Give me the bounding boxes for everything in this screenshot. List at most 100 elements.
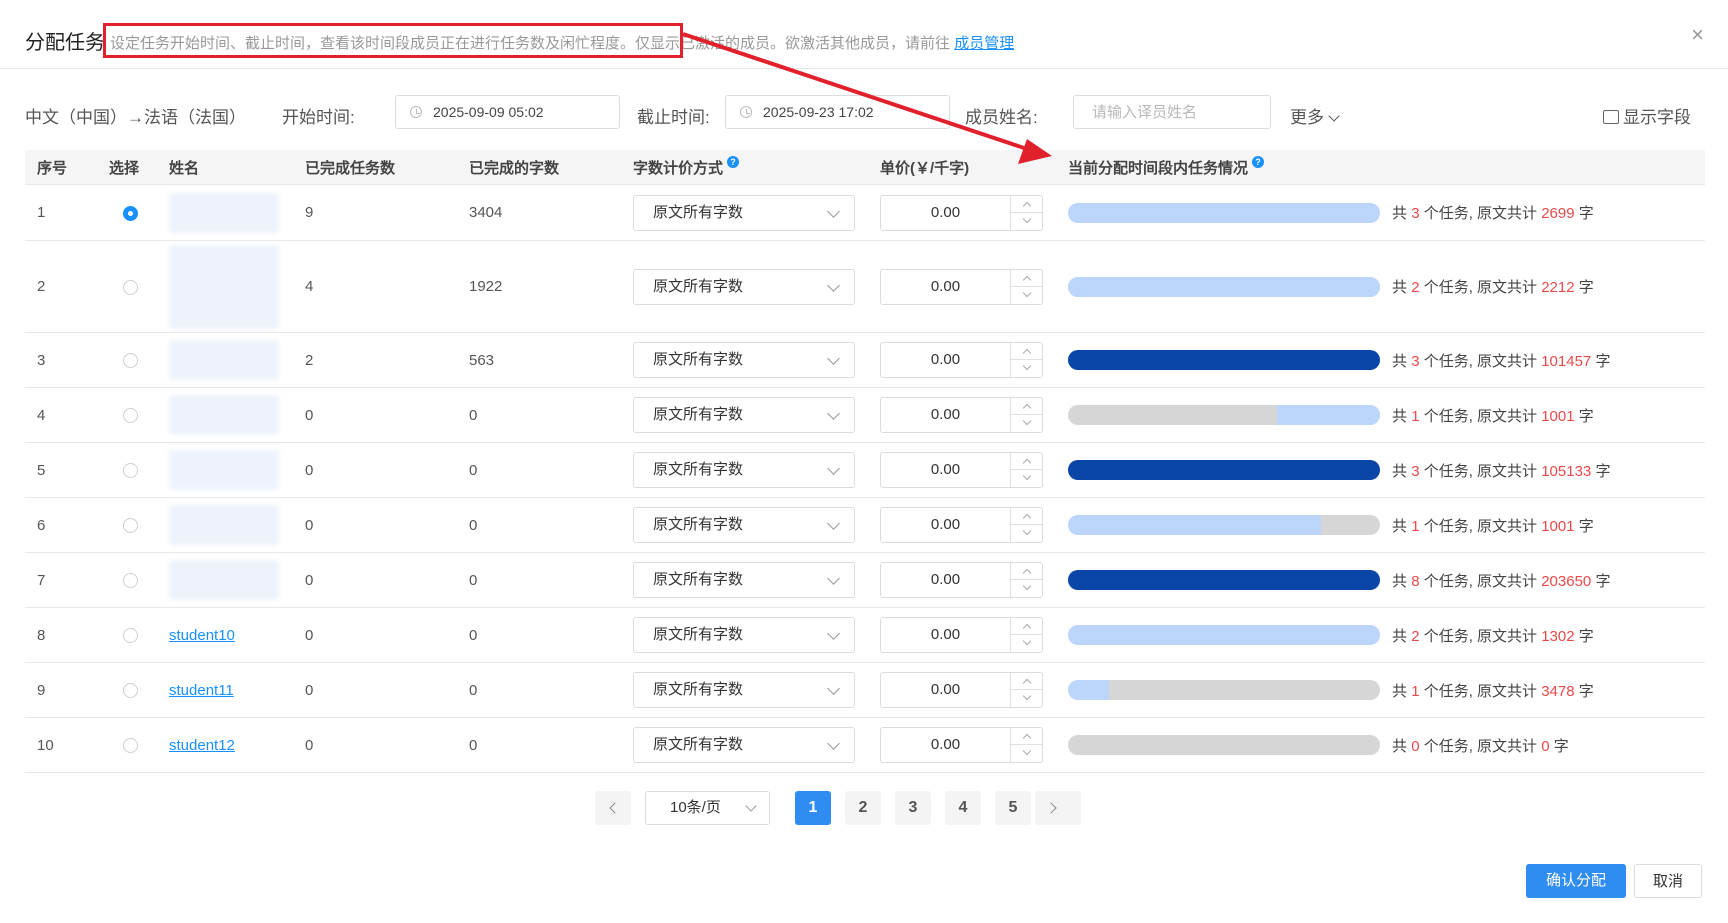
increment-button[interactable]	[1010, 343, 1042, 360]
pricing-select[interactable]: 原文所有字数	[633, 452, 855, 488]
pricing-select[interactable]: 原文所有字数	[633, 727, 855, 763]
help-icon[interactable]: ?	[727, 156, 740, 168]
summary-prefix: 共	[1392, 279, 1408, 296]
cell-select	[109, 184, 169, 241]
close-icon[interactable]: ×	[1691, 22, 1704, 48]
page-button[interactable]: 2	[845, 791, 881, 825]
end-time-picker[interactable]: 2025-09-23 17:02	[725, 95, 950, 129]
price-stepper[interactable]: 0.00	[880, 507, 1043, 543]
price-stepper[interactable]: 0.00	[880, 194, 1043, 231]
table-row: 6 0 0 原文所有字数 0.00 共 1 个任务, 原文共计 1001 字	[25, 497, 1705, 553]
workload-bar	[1068, 460, 1380, 480]
summary-prefix: 共	[1392, 407, 1408, 425]
page-button[interactable]: 5	[995, 791, 1031, 825]
blurred-member-name	[169, 505, 279, 545]
blurred-member-name	[169, 560, 279, 600]
member-name-link[interactable]: student11	[169, 682, 234, 699]
decrement-button[interactable]	[1010, 635, 1042, 652]
cell-done-words: 0	[469, 717, 633, 773]
summary-mid: 个任务, 原文共计	[1423, 627, 1538, 645]
member-name-link[interactable]: student12	[169, 737, 235, 754]
pricing-select[interactable]: 原文所有字数	[633, 194, 855, 231]
cell-done-tasks: 4	[305, 240, 469, 333]
price-stepper[interactable]: 0.00	[880, 268, 1043, 305]
pricing-select[interactable]: 原文所有字数	[633, 672, 855, 708]
select-radio[interactable]	[123, 683, 138, 699]
increment-button[interactable]	[1010, 508, 1042, 525]
cell-task-status: 共 1 个任务, 原文共计 1001 字	[1068, 387, 1705, 443]
chevron-down-icon	[827, 682, 840, 695]
decrement-button[interactable]	[1010, 470, 1042, 487]
select-radio[interactable]	[123, 628, 138, 644]
task-summary: 共 8 个任务, 原文共计 203650 字	[1392, 570, 1610, 591]
price-stepper[interactable]: 0.00	[880, 397, 1043, 433]
more-filters-button[interactable]: 更多	[1290, 103, 1340, 128]
word-count: 203650	[1541, 572, 1592, 590]
page-button[interactable]: 1	[795, 791, 831, 825]
workload-bar-fill	[1068, 680, 1109, 700]
col-header-pricing: 字数计价方式?	[633, 150, 880, 185]
decrement-button[interactable]	[1010, 360, 1042, 377]
table-row: 7 0 0 原文所有字数 0.00 共 8 个任务, 原文共计 203650 字	[25, 552, 1705, 608]
price-stepper[interactable]: 0.00	[880, 342, 1043, 378]
decrement-button[interactable]	[1010, 286, 1042, 304]
show-fields-button[interactable]: 显示字段	[1603, 103, 1691, 128]
select-radio[interactable]	[123, 738, 138, 754]
chevron-down-icon	[827, 204, 840, 218]
cancel-button[interactable]: 取消	[1634, 864, 1702, 898]
workload-bar	[1068, 202, 1380, 223]
pricing-select[interactable]: 原文所有字数	[633, 507, 855, 543]
decrement-button[interactable]	[1010, 525, 1042, 542]
decrement-button[interactable]	[1010, 212, 1042, 230]
decrement-button[interactable]	[1010, 580, 1042, 597]
page-button[interactable]: 4	[945, 791, 981, 825]
pricing-select[interactable]: 原文所有字数	[633, 562, 855, 598]
pricing-select[interactable]: 原文所有字数	[633, 397, 855, 433]
page-size-select[interactable]: 10条/页	[645, 791, 770, 825]
select-radio[interactable]	[123, 353, 138, 369]
price-stepper[interactable]: 0.00	[880, 562, 1043, 598]
select-radio[interactable]	[123, 463, 138, 479]
table-row: 8 student10 0 0 原文所有字数 0.00 共 2 个任务, 原文共计 1302…	[25, 607, 1705, 663]
pricing-select[interactable]: 原文所有字数	[633, 342, 855, 378]
price-stepper[interactable]: 0.00	[880, 617, 1043, 653]
next-page-button[interactable]	[1035, 791, 1071, 825]
pricing-select[interactable]: 原文所有字数	[633, 268, 855, 305]
workload-bar-fill	[1068, 202, 1380, 223]
summary-prefix: 共	[1392, 205, 1408, 222]
member-name-input[interactable]	[1073, 95, 1271, 129]
cell-no: 10	[25, 717, 109, 773]
member-name-link[interactable]: student10	[169, 627, 235, 644]
select-radio[interactable]	[123, 279, 138, 295]
price-stepper[interactable]: 0.00	[880, 452, 1043, 488]
increment-button[interactable]	[1010, 618, 1042, 635]
decrement-button[interactable]	[1010, 415, 1042, 432]
workload-bar	[1068, 276, 1380, 297]
member-management-link[interactable]: 成员管理	[954, 35, 1014, 52]
pricing-select[interactable]: 原文所有字数	[633, 617, 855, 653]
select-radio[interactable]	[123, 408, 138, 424]
price-stepper[interactable]: 0.00	[880, 727, 1043, 763]
select-radio[interactable]	[123, 518, 138, 534]
decrement-button[interactable]	[1010, 745, 1042, 762]
start-time-picker[interactable]: 2025-09-09 05:02	[395, 95, 620, 129]
increment-button[interactable]	[1010, 195, 1042, 213]
clock-icon	[740, 106, 752, 118]
select-radio[interactable]	[123, 573, 138, 589]
col-header-select: 选择	[109, 150, 169, 185]
increment-button[interactable]	[1010, 673, 1042, 690]
increment-button[interactable]	[1010, 269, 1042, 287]
task-summary: 共 2 个任务, 原文共计 1302 字	[1392, 625, 1594, 646]
page-button[interactable]: 3	[895, 791, 931, 825]
decrement-button[interactable]	[1010, 690, 1042, 707]
price-stepper[interactable]: 0.00	[880, 672, 1043, 708]
increment-button[interactable]	[1010, 398, 1042, 415]
increment-button[interactable]	[1010, 563, 1042, 580]
select-radio[interactable]	[123, 205, 138, 221]
confirm-assign-button[interactable]: 确认分配	[1526, 864, 1626, 898]
help-icon[interactable]: ?	[1252, 156, 1265, 168]
word-count: 3478	[1541, 682, 1575, 700]
increment-button[interactable]	[1010, 453, 1042, 470]
prev-page-button[interactable]	[595, 791, 631, 825]
increment-button[interactable]	[1010, 728, 1042, 745]
